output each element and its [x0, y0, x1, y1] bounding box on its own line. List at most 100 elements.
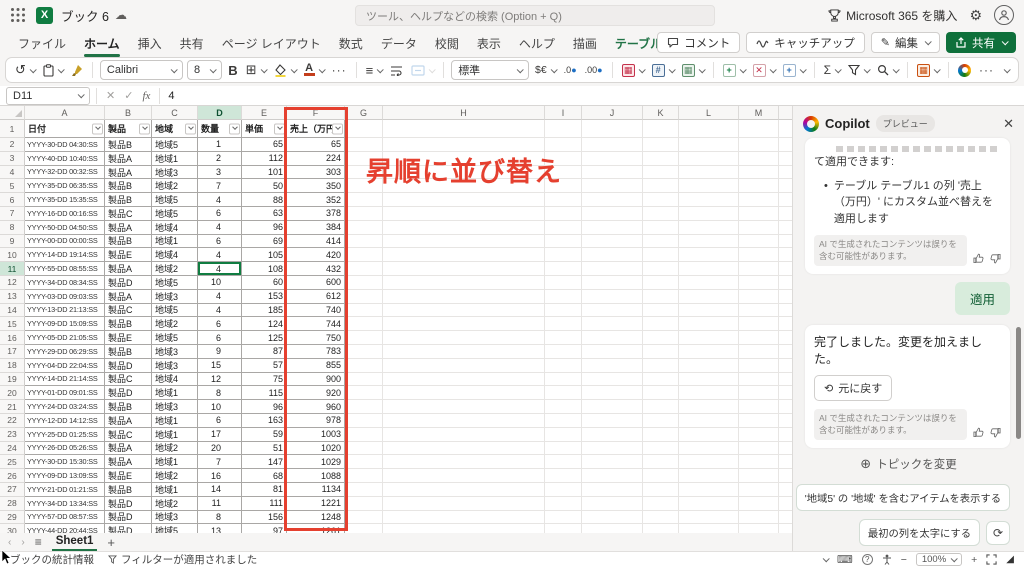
cell[interactable] — [643, 276, 679, 290]
cell[interactable] — [383, 428, 545, 442]
cell[interactable] — [582, 386, 643, 400]
cell[interactable]: 50 — [242, 179, 287, 193]
cell[interactable] — [679, 262, 739, 276]
cell[interactable] — [383, 276, 545, 290]
cell[interactable]: 59 — [242, 428, 287, 442]
cell[interactable]: 地域1 — [152, 414, 198, 428]
cell[interactable] — [779, 455, 792, 469]
cell[interactable] — [779, 511, 792, 525]
cell[interactable] — [739, 193, 779, 207]
cell[interactable]: YYYY-03-DD 09:03:SS — [25, 290, 105, 304]
merge-cells-button[interactable] — [409, 64, 436, 77]
cell[interactable] — [345, 497, 383, 511]
cell[interactable] — [779, 483, 792, 497]
cell[interactable] — [545, 497, 582, 511]
cell[interactable] — [582, 193, 643, 207]
cell[interactable] — [582, 120, 643, 138]
ribbon-tab-ヘルプ[interactable]: ヘルプ — [511, 31, 563, 56]
catchup-button[interactable]: キャッチアップ — [746, 32, 865, 53]
cell[interactable] — [739, 221, 779, 235]
thumbs-up-icon[interactable] — [973, 427, 984, 438]
cell[interactable]: 1003 — [287, 428, 345, 442]
cell[interactable] — [779, 373, 792, 387]
decrease-decimal-button[interactable]: .0● — [562, 64, 579, 76]
alignment-button[interactable]: ≡ — [364, 62, 385, 79]
cell[interactable] — [739, 469, 779, 483]
cell[interactable]: 900 — [287, 373, 345, 387]
cell[interactable] — [582, 469, 643, 483]
row-header-4[interactable]: 4 — [0, 166, 25, 180]
filter-dropdown-icon[interactable] — [185, 123, 196, 134]
cell[interactable] — [643, 248, 679, 262]
accessibility-icon[interactable] — [882, 554, 892, 565]
cell[interactable] — [545, 248, 582, 262]
row-header-14[interactable]: 14 — [0, 304, 25, 318]
cell[interactable]: 101 — [242, 166, 287, 180]
column-header-B[interactable]: B — [105, 106, 152, 120]
cell[interactable]: YYYY-29-DD 06:29:SS — [25, 345, 105, 359]
ribbon-tab-校閲[interactable]: 校閲 — [427, 31, 467, 56]
cell[interactable] — [643, 359, 679, 373]
cell[interactable]: 製品B — [105, 400, 152, 414]
autosum-button[interactable]: Σ — [822, 62, 842, 78]
cell[interactable] — [383, 317, 545, 331]
account-avatar[interactable] — [994, 5, 1014, 25]
cell[interactable]: 地域3 — [152, 290, 198, 304]
cell[interactable]: 105 — [242, 248, 287, 262]
cell[interactable] — [545, 262, 582, 276]
cell[interactable]: 384 — [287, 221, 345, 235]
cell[interactable]: 地域3 — [152, 400, 198, 414]
cell[interactable]: 156 — [242, 511, 287, 525]
cell[interactable]: 378 — [287, 207, 345, 221]
ribbon-tab-ファイル[interactable]: ファイル — [10, 31, 74, 56]
cell[interactable] — [545, 331, 582, 345]
cell[interactable] — [739, 166, 779, 180]
select-all-corner[interactable] — [0, 106, 25, 120]
cell[interactable]: 製品D — [105, 524, 152, 533]
column-header-K[interactable]: K — [643, 106, 679, 120]
cell[interactable] — [545, 193, 582, 207]
row-header-13[interactable]: 13 — [0, 290, 25, 304]
cell[interactable] — [383, 469, 545, 483]
copilot-suggestion-chip[interactable]: 最初の列を太字にする — [859, 519, 980, 546]
cell[interactable] — [679, 359, 739, 373]
cell[interactable] — [643, 524, 679, 533]
cell[interactable] — [545, 400, 582, 414]
cell[interactable] — [679, 235, 739, 249]
cell[interactable]: 65 — [242, 138, 287, 152]
workbook-statistics[interactable]: ブックの統計情報 — [10, 552, 94, 567]
cell[interactable] — [345, 442, 383, 456]
font-size-select[interactable]: 8 — [187, 60, 222, 80]
cell[interactable] — [779, 221, 792, 235]
column-header-E[interactable]: E — [242, 106, 287, 120]
cell[interactable] — [739, 179, 779, 193]
cell[interactable] — [643, 345, 679, 359]
cell[interactable] — [345, 428, 383, 442]
insert-function-icon[interactable]: fx — [142, 90, 150, 102]
cell[interactable]: 51 — [242, 442, 287, 456]
cell[interactable]: 11 — [198, 497, 242, 511]
cell[interactable] — [643, 386, 679, 400]
collapse-ribbon-button[interactable] — [1000, 67, 1011, 74]
refresh-suggestions-button[interactable]: ⟳ — [986, 521, 1010, 545]
cell[interactable] — [545, 414, 582, 428]
cell[interactable]: 87 — [242, 345, 287, 359]
cell[interactable]: 製品C — [105, 373, 152, 387]
cell[interactable] — [383, 400, 545, 414]
cell[interactable] — [383, 386, 545, 400]
cell[interactable] — [545, 524, 582, 533]
cell[interactable] — [383, 207, 545, 221]
cell[interactable] — [679, 304, 739, 318]
row-header-9[interactable]: 9 — [0, 235, 25, 249]
cell[interactable] — [643, 262, 679, 276]
cell[interactable]: 地域5 — [152, 138, 198, 152]
cell[interactable]: 地域2 — [152, 179, 198, 193]
name-box[interactable]: D11 — [6, 87, 90, 105]
cell[interactable] — [383, 304, 545, 318]
cell[interactable]: 製品E — [105, 469, 152, 483]
row-header-11[interactable]: 11 — [0, 262, 25, 276]
cell[interactable]: 地域2 — [152, 317, 198, 331]
row-header-8[interactable]: 8 — [0, 221, 25, 235]
cell[interactable]: YYYY-24-DD 03:24:SS — [25, 400, 105, 414]
row-header-21[interactable]: 21 — [0, 400, 25, 414]
